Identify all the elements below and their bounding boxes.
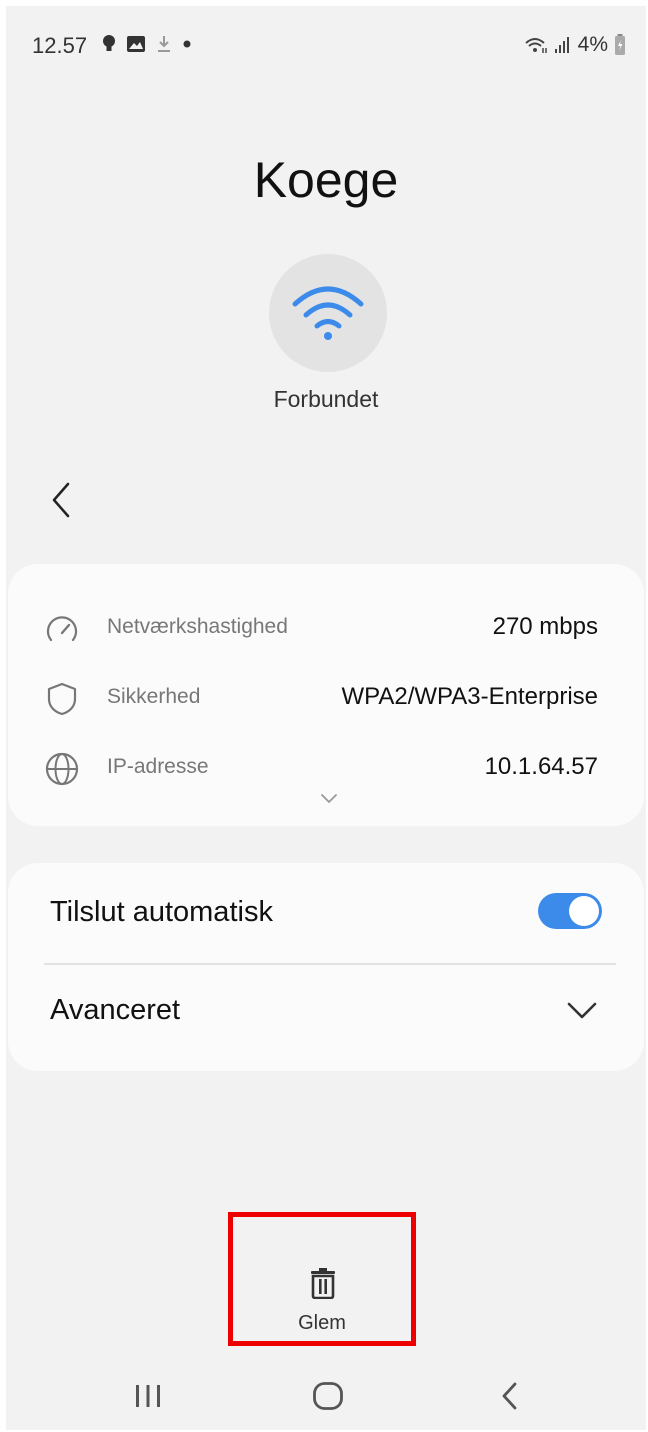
home-button[interactable] [298,1374,358,1418]
wifi-status-icon [524,38,547,53]
status-bar: 12.57 4% [6,28,646,68]
chevron-left-icon [52,482,70,518]
info-row-security: Sikkerhed WPA2/WPA3-Enterprise [8,673,644,723]
network-info-card: Netværkshastighed 270 mbps Sikkerhed WPA… [8,564,644,826]
connection-status: Forbundet [273,386,379,412]
system-status-icons: 4% [524,33,626,57]
back-icon [502,1382,517,1410]
info-value: 270 mbps [492,613,598,640]
signal-icon [554,37,569,53]
recent-apps-icon [136,1385,160,1407]
notification-icons [102,34,192,54]
battery-percent: 4% [577,33,608,56]
wifi-details-screen: 12.57 4% Koege Forbundet Netværkshastigh… [6,6,646,1430]
network-settings-card: Tilslut automatisk Avanceret [8,863,644,1071]
info-row-ip: IP-adresse 10.1.64.57 [8,743,644,793]
forget-network-button[interactable]: Glem [228,1212,416,1346]
shield-icon [47,682,77,716]
advanced-row[interactable]: Avanceret [8,965,644,1071]
wifi-icon [292,286,364,340]
chevron-down-icon [567,1002,597,1019]
info-value: WPA2/WPA3-Enterprise [341,683,598,710]
globe-icon [45,752,79,786]
forget-label: Glem [298,1312,346,1334]
speed-icon [46,616,78,642]
info-row-speed: Netværkshastighed 270 mbps [8,603,644,653]
info-label: Sikkerhed [107,685,201,708]
toggle-knob [569,896,599,926]
back-button[interactable] [42,476,82,524]
recent-apps-button[interactable] [118,1374,178,1418]
dot-icon [183,40,191,48]
info-label: Netværkshastighed [107,615,288,638]
auto-connect-row[interactable]: Tilslut automatisk [8,863,644,963]
image-icon [127,36,145,52]
info-value: 10.1.64.57 [484,753,598,780]
battery-icon [615,34,625,55]
wifi-signal-badge [269,254,387,372]
trash-icon [311,1268,335,1299]
navigation-bar [6,1366,646,1430]
network-name: Koege [253,152,399,208]
bulb-icon [103,35,115,51]
auto-connect-label: Tilslut automatisk [50,896,273,928]
auto-connect-toggle[interactable] [538,893,602,929]
advanced-label: Avanceret [50,994,181,1026]
home-icon [313,1382,343,1410]
status-time: 12.57 [32,33,88,58]
info-label: IP-adresse [107,755,209,778]
download-icon [158,36,170,52]
expand-details-chevron-icon[interactable] [318,792,340,806]
nav-back-button[interactable] [480,1374,540,1418]
